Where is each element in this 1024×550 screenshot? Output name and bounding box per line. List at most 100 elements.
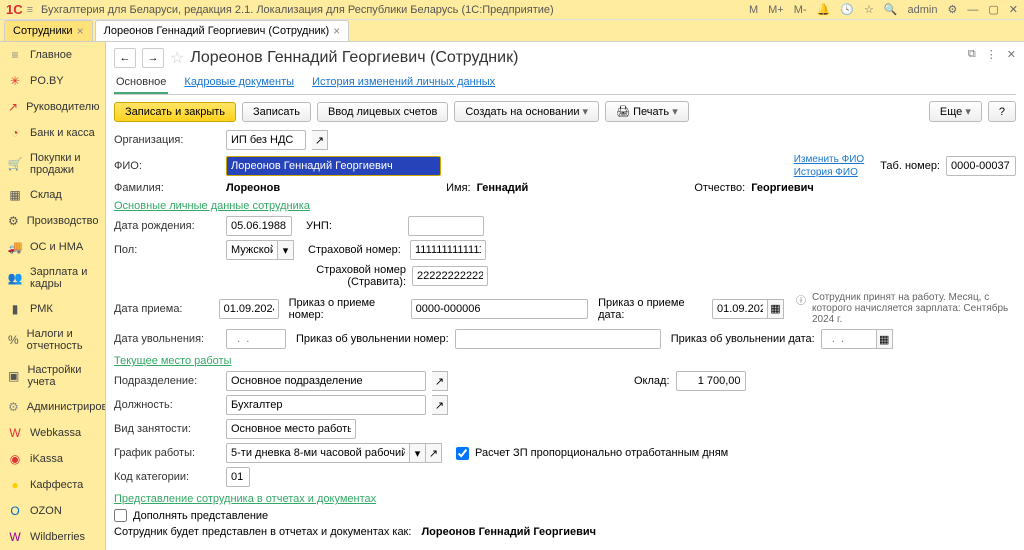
sidebar-item[interactable]: WWildberries [0,524,105,550]
change-fio-link[interactable]: Изменить ФИО [794,154,864,165]
sex-input[interactable] [226,240,278,260]
sidebar-item[interactable]: ◔Банк и касса [0,120,105,146]
hire-order-date-input[interactable] [712,299,768,319]
dept-input[interactable] [226,371,426,391]
clock-icon[interactable]: 🕓 [840,3,854,16]
sidebar-icon: 👥 [8,271,22,285]
sidebar-icon: % [8,333,19,347]
m-plain[interactable]: M [749,4,758,16]
close-panel-icon[interactable]: ✕ [1007,48,1016,61]
burger-icon[interactable]: ≡ [27,4,33,16]
save-button[interactable]: Записать [242,102,311,122]
sidebar-label: ОС и НМА [30,241,83,253]
sidebar-item[interactable]: 👥 Зарплата и кадры [0,260,105,296]
sidebar-item[interactable]: ✳PO.BY [0,68,105,94]
tab-employees[interactable]: Сотрудники × [4,20,93,41]
settings-icon[interactable]: ⚙ [948,3,958,16]
ins2-input[interactable] [412,266,488,286]
schedule-open-icon[interactable]: ↗ [426,443,442,463]
fire-date-input[interactable] [226,329,286,349]
sidebar-item[interactable]: ⚙Производство [0,208,105,234]
sidebar-item[interactable]: ◉iKassa [0,446,105,472]
chevron-down-icon[interactable]: ▾ [278,240,294,260]
sidebar-item[interactable]: 🛒Покупки и продажи [0,146,105,182]
m-minus[interactable]: M- [794,4,807,16]
tab-close-icon[interactable]: × [333,24,340,38]
sidebar-item[interactable]: ≡Главное [0,42,105,68]
sidebar-item[interactable]: 🚚ОС и НМА [0,234,105,260]
sidebar-icon: ▣ [8,369,19,383]
subtab-main[interactable]: Основное [114,72,168,94]
fire-order-date-input[interactable] [821,329,877,349]
hire-order-no-input[interactable] [411,299,589,319]
user-label[interactable]: admin [908,4,938,16]
info-box: ⓘ Сотрудник принят на работу. Месяц, с к… [796,292,1016,325]
accounts-button[interactable]: Ввод лицевых счетов [317,102,448,122]
dob-input[interactable] [226,216,292,236]
sidebar-item[interactable]: ●Каффеста [0,472,105,498]
forward-button[interactable]: → [142,48,164,68]
sidebar-label: OZON [30,505,62,517]
subtab-hr-docs[interactable]: Кадровые документы [182,72,296,94]
sidebar-item[interactable]: ▦Склад [0,182,105,208]
catcode-input[interactable] [226,467,250,487]
history-fio-link[interactable]: История ФИО [794,167,864,178]
more-button[interactable]: Еще [929,101,982,122]
ins-label: Страховой номер: [308,244,404,256]
emptype-field[interactable] [226,419,356,439]
maximize-icon[interactable]: ▢ [988,3,998,16]
patr-label: Отчество: [694,182,745,194]
star-icon[interactable]: ☆ [864,3,874,16]
bell-icon[interactable]: 🔔 [817,3,831,16]
sidebar-label: Налоги и отчетность [27,328,97,352]
fio-input[interactable] [226,156,441,176]
open-window-icon[interactable]: ⧉ [968,48,976,61]
fire-order-no-input[interactable] [455,329,661,349]
org-open-icon[interactable]: ↗ [312,130,328,150]
catcode-label: Код категории: [114,471,220,483]
favorite-icon[interactable]: ☆ [170,48,184,68]
prop-calc-checkbox[interactable] [456,447,469,460]
sidebar-item[interactable]: ▣Настройки учета [0,358,105,394]
close-icon[interactable]: ✕ [1009,3,1018,16]
sidebar-icon: ↗ [8,100,18,114]
sidebar-item[interactable]: ▮РМК [0,296,105,322]
save-close-button[interactable]: Записать и закрыть [114,102,236,122]
position-open-icon[interactable]: ↗ [432,395,448,415]
create-based-button[interactable]: Создать на основании [454,101,599,122]
more-icon[interactable]: ⋮ [986,48,997,61]
sidebar-item[interactable]: % Налоги и отчетность [0,322,105,358]
supplement-checkbox[interactable] [114,509,127,522]
org-field[interactable] [226,130,306,150]
sidebar-item[interactable]: WWebkassa [0,420,105,446]
sidebar-icon: ● [8,478,22,492]
sidebar-item[interactable]: ⚙Администрирование [0,394,105,420]
help-button[interactable]: ? [988,101,1016,122]
sidebar-item[interactable]: OOZON [0,498,105,524]
subtab-history[interactable]: История изменений личных данных [310,72,497,94]
schedule-input[interactable] [226,443,410,463]
chevron-down-icon[interactable]: ▾ [410,443,426,463]
unp-input[interactable] [408,216,484,236]
supplement-label: Дополнять представление [133,510,268,522]
sidebar-item[interactable]: ↗Руководителю [0,94,105,120]
dept-open-icon[interactable]: ↗ [432,371,448,391]
sidebar-icon: ≡ [8,48,22,62]
minimize-icon[interactable]: — [967,4,978,16]
salary-input[interactable] [676,371,746,391]
sidebar-label: Зарплата и кадры [30,266,97,290]
calendar-icon[interactable]: ▦ [877,329,893,349]
ins-input[interactable] [410,240,486,260]
back-button[interactable]: ← [114,48,136,68]
m-plus[interactable]: M+ [768,4,784,16]
print-button[interactable]: 🖨 Печать [605,101,689,122]
tab-close-icon[interactable]: × [77,24,84,38]
position-input[interactable] [226,395,426,415]
tab-no-field[interactable] [946,156,1016,176]
hire-date-input[interactable] [219,299,279,319]
calendar-icon[interactable]: ▦ [768,299,784,319]
hire-order-date-label: Приказ о приеме дата: [598,297,706,321]
search-icon[interactable]: 🔍 [884,3,898,16]
dob-label: Дата рождения: [114,220,220,232]
tab-employee-card[interactable]: Лореонов Геннадий Георгиевич (Сотрудник)… [95,20,350,41]
